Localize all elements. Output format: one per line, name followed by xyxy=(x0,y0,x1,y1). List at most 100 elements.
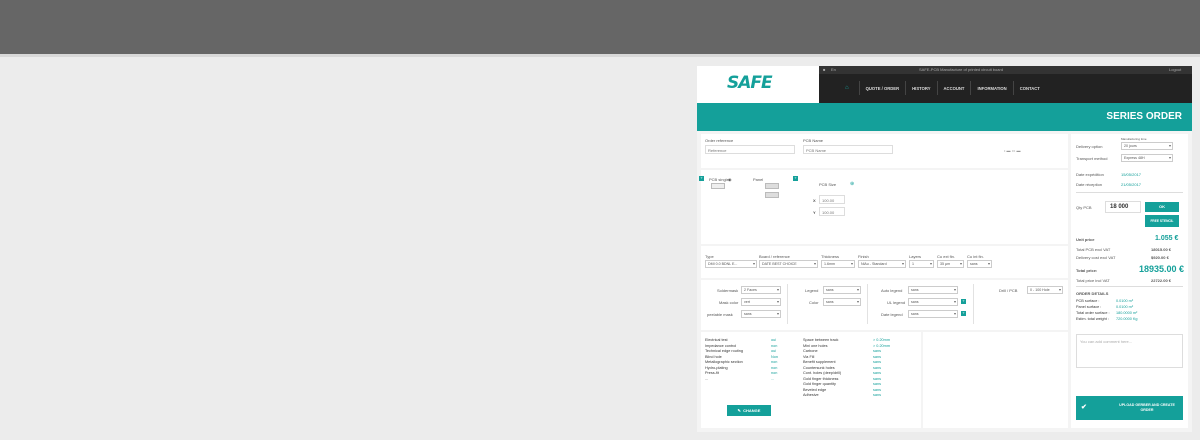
finish-select[interactable]: NiAu - Standard xyxy=(858,260,906,268)
ok-button[interactable]: OK xyxy=(1145,202,1179,212)
nav-quote-order[interactable]: QUOTE / ORDER xyxy=(858,81,906,95)
divider xyxy=(1076,192,1183,193)
add-circle-icon[interactable]: ⊕ xyxy=(850,181,854,187)
top-divider xyxy=(0,54,1200,57)
nav-items: ⌂ QUOTE / ORDER HISTORY ACCOUNT INFORMAT… xyxy=(819,80,1192,96)
option-value: sans xyxy=(873,393,882,397)
finish-label: Finish xyxy=(858,254,869,259)
thickness-select[interactable]: 1.6mm xyxy=(821,260,855,268)
option-value: sans xyxy=(873,376,882,381)
empty-panel xyxy=(923,332,1068,428)
help-icon[interactable]: ? xyxy=(793,176,798,181)
cu-int-select[interactable]: sans xyxy=(967,260,992,268)
delivery-select[interactable]: 20 jours xyxy=(1121,142,1173,150)
x-input[interactable]: 100.00 xyxy=(819,195,845,204)
layers-label: Layers xyxy=(909,254,922,259)
legend-select[interactable]: sans xyxy=(823,286,861,294)
option-label: Press-fit xyxy=(705,371,719,375)
delivery-cost-value: $920.00 € xyxy=(1151,255,1169,260)
date-rec-label: Date réception xyxy=(1076,182,1103,187)
cu-int-label: Cu int fin. xyxy=(967,254,984,259)
color-select[interactable]: sans xyxy=(823,298,861,306)
y-label: Y xyxy=(813,210,816,215)
nav-information[interactable]: INFORMATION xyxy=(970,81,1012,95)
mask-color-select[interactable]: vert xyxy=(741,298,781,306)
option-value: oui xyxy=(771,349,777,353)
title-banner: SERIES ORDER xyxy=(697,103,1192,131)
upload-gerber-button[interactable]: ✔ UPLOAD GERBER AND CREATE ORDER xyxy=(1076,396,1183,420)
nav-history[interactable]: HISTORY xyxy=(905,81,936,95)
board-select[interactable]: DATE BEST CHOICE xyxy=(759,260,818,268)
option-value: Non xyxy=(771,354,778,359)
mask-color-label: Mask color xyxy=(719,300,739,305)
unit-price-value: 1.055 € xyxy=(1155,235,1179,242)
auto-legend-select[interactable]: sans xyxy=(908,286,958,294)
option-label: Countersunk holes xyxy=(803,365,835,370)
legend-label: Legend xyxy=(805,288,819,293)
type-label: Type xyxy=(705,254,714,259)
divider xyxy=(787,284,788,324)
flag-icon[interactable]: ■ xyxy=(823,67,825,72)
comment-textarea[interactable]: You can add comment here... xyxy=(1076,334,1183,368)
nav-contact[interactable]: CONTACT xyxy=(1012,81,1046,95)
option-label: Blind hole xyxy=(705,354,722,359)
detail-label: Total order surface : xyxy=(1076,311,1110,315)
order-ref-input[interactable]: Reference xyxy=(705,145,795,154)
total-incl-value: 22722.00 € xyxy=(1151,278,1172,283)
drill-select[interactable]: 0 - 100 Hole xyxy=(1027,286,1063,294)
transport-select[interactable]: Express 48H xyxy=(1121,154,1173,162)
y-input[interactable]: 100.00 xyxy=(819,207,845,216)
panel-image-1 xyxy=(765,183,779,189)
safe-logo[interactable]: SAFE xyxy=(727,73,773,93)
type-select[interactable]: DMI 0.0 BDNL E... xyxy=(705,260,757,268)
option-label: Electrical test xyxy=(705,338,728,342)
date-legend-label: Date legend xyxy=(881,312,903,317)
soldermask-select[interactable]: 2 Faces xyxy=(741,286,781,294)
option-label: Carbone xyxy=(803,349,818,353)
nav-account[interactable]: ACCOUNT xyxy=(936,81,971,95)
language-selector[interactable]: En xyxy=(831,67,836,72)
option-value: sans xyxy=(873,382,882,386)
cu-ext-select[interactable]: 35 µm xyxy=(937,260,964,268)
date-legend-info-icon[interactable]: ? xyxy=(961,311,966,316)
pcb-single-radio[interactable]: ◉ xyxy=(728,177,732,182)
reference-section: Order reference Reference PCB Name PCB N… xyxy=(701,134,1068,168)
ul-legend-select[interactable]: sans xyxy=(908,298,958,306)
peelable-select[interactable]: sans xyxy=(741,310,781,318)
qty-input[interactable]: 18 000 xyxy=(1105,201,1141,213)
change-button[interactable]: ✎ CHANGE xyxy=(727,405,771,416)
color-label: Color xyxy=(809,300,819,305)
pcb-config-section: ? PCB single ◉ Panel ? PCB Size ⊕ X 100.… xyxy=(699,170,1068,244)
option-label: Gold finger thickness xyxy=(803,376,839,381)
detail-label: Estim. total weight : xyxy=(1076,317,1109,321)
divider xyxy=(1076,286,1183,287)
option-label: Gold finger quantity xyxy=(803,382,836,386)
pcb-name-input[interactable]: PCB Name xyxy=(803,145,893,154)
total-pcb-label: Total PCB excl VAT xyxy=(1076,247,1111,252)
option-value: sans xyxy=(873,371,882,375)
peelable-label: peelable mask xyxy=(707,312,733,317)
option-value: sans xyxy=(873,354,882,359)
detail-value: 720.0000 Kg xyxy=(1116,317,1138,321)
option-label: Impedance control xyxy=(705,343,737,348)
option-label: Space between track xyxy=(803,338,839,342)
specs-section: Type Board / reference Thickness Finish … xyxy=(701,246,1068,278)
info-icon[interactable]: ? xyxy=(699,176,704,181)
ul-legend-info-icon[interactable]: ? xyxy=(961,299,966,304)
detail-value: 0.0100 m² xyxy=(1116,299,1134,303)
browser-top-bar xyxy=(0,0,1200,54)
comment-placeholder: You can add comment here... xyxy=(1080,339,1133,344)
home-icon[interactable]: ⌂ xyxy=(819,81,859,95)
site-title: SAFE-PCB Manufacture of printed circuit … xyxy=(919,67,1004,72)
option-value: sans xyxy=(873,365,882,370)
total-incl-label: Total price incl VAT xyxy=(1076,278,1110,283)
layers-select[interactable]: 1 xyxy=(909,260,934,268)
free-stencil-button[interactable]: FREE STENCIL xyxy=(1145,215,1179,227)
option-value: > 0.20mm xyxy=(873,338,890,342)
option-value: non xyxy=(771,360,778,364)
view-toggle-icons[interactable]: • ▬ ▭ ▬ xyxy=(1004,148,1021,153)
date-legend-select[interactable]: sans xyxy=(908,310,958,318)
logo-area: SAFE xyxy=(697,66,819,103)
upload-gerber-label: UPLOAD GERBER AND CREATE ORDER xyxy=(1119,403,1175,412)
logout-link[interactable]: Logout xyxy=(1169,67,1181,72)
